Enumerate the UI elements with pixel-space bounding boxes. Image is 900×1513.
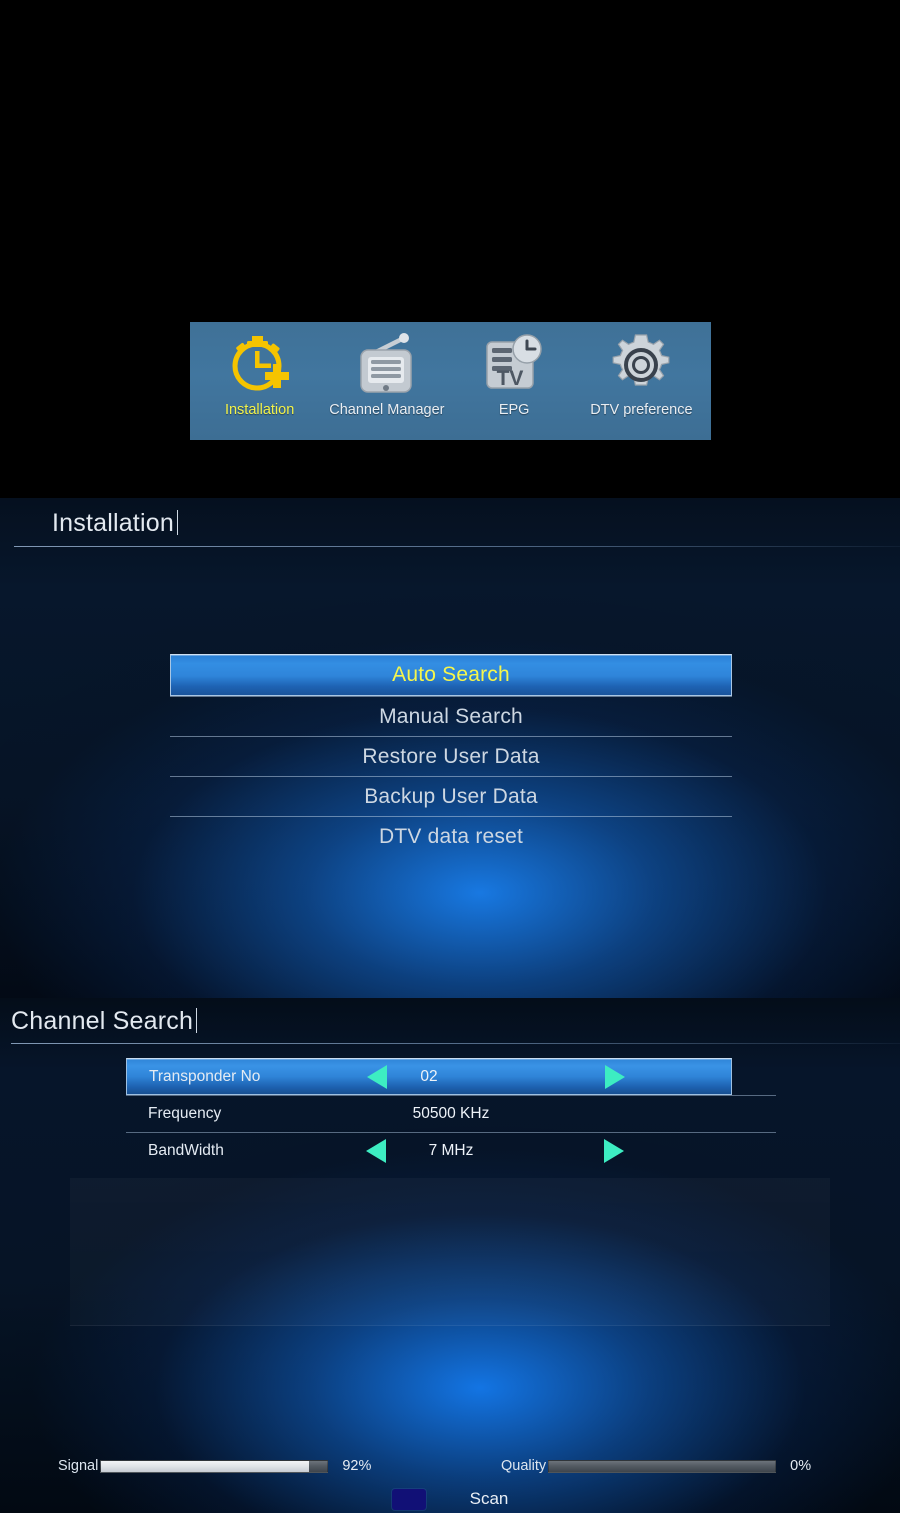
menu-item-channel-manager[interactable]: Channel Manager: [323, 330, 450, 440]
signal-meter: Signal 92%: [58, 1453, 371, 1479]
menu-row-backup-user-data[interactable]: Backup User Data: [170, 776, 732, 816]
svg-text:TV: TV: [497, 367, 524, 390]
quality-meter: Quality 0%: [501, 1453, 811, 1479]
epg-tv-clock-icon: TV: [475, 330, 553, 400]
increment-arrow-icon[interactable]: [605, 1064, 625, 1089]
page-title-text: Installation: [52, 509, 174, 537]
setting-value: 50500 KHz: [412, 1105, 490, 1122]
menu-row-restore-user-data[interactable]: Restore User Data: [170, 736, 732, 776]
header-divider: [11, 1043, 900, 1044]
setting-row-frequency[interactable]: Frequency 50500 KHz: [126, 1095, 776, 1132]
menu-item-epg[interactable]: TV EPG: [451, 330, 578, 440]
channel-search-settings-list: Transponder No 02 Frequency 50500 KHz Ba…: [126, 1058, 776, 1169]
menu-item-label: Installation: [224, 402, 295, 418]
signal-meter-value: 92%: [342, 1458, 372, 1474]
panel-sheen: [70, 1178, 830, 1326]
menu-row-manual-search[interactable]: Manual Search: [170, 696, 732, 736]
decrement-arrow-icon[interactable]: [366, 1139, 386, 1163]
title-caret-icon: [176, 510, 178, 535]
quality-meter-track: [548, 1459, 777, 1473]
scan-action-bar: Scan: [0, 1486, 900, 1512]
menu-row-label: Backup User Data: [364, 784, 538, 808]
decrement-arrow-icon[interactable]: [367, 1064, 387, 1089]
setting-label: BandWidth: [148, 1142, 224, 1159]
quality-meter-label: Quality: [501, 1458, 547, 1474]
menu-row-label: DTV data reset: [378, 824, 524, 848]
menu-item-label: EPG: [498, 402, 530, 418]
signal-meter-label: Signal: [58, 1458, 99, 1474]
menu-row-auto-search[interactable]: Auto Search: [170, 654, 732, 696]
stopwatch-add-icon: [221, 330, 299, 400]
menu-item-dtv-preference[interactable]: DTV preference: [578, 330, 705, 440]
signal-meter-track: [100, 1459, 329, 1473]
scan-label: Scan: [469, 1489, 509, 1508]
setting-label: Transponder No: [149, 1067, 261, 1085]
top-menu-bar: Installation Channel Manager TV EPG DTV …: [190, 322, 711, 440]
menu-item-installation[interactable]: Installation: [196, 330, 323, 440]
gear-icon: [602, 330, 680, 400]
setting-row-bandwidth[interactable]: BandWidth 7 MHz: [126, 1132, 776, 1169]
channel-search-panel: Channel Search Transponder No 02 Frequen…: [0, 998, 900, 1513]
setting-row-transponder-no[interactable]: Transponder No 02: [126, 1058, 732, 1095]
menu-row-label: Auto Search: [392, 663, 510, 686]
radio-icon: [348, 330, 426, 400]
tv-settings-screen: Installation Channel Manager TV EPG DTV …: [0, 0, 900, 1513]
installation-header: Installation: [0, 498, 900, 550]
channel-search-header: Channel Search: [0, 998, 900, 1050]
signal-meters: Signal 92% Quality 0%: [0, 1453, 900, 1479]
installation-menu-list: Auto Search Manual Search Restore User D…: [170, 654, 732, 856]
color-key-button[interactable]: [391, 1488, 426, 1510]
title-caret-icon: [196, 1008, 198, 1033]
signal-meter-fill: [101, 1460, 310, 1472]
menu-item-label: Channel Manager: [329, 402, 445, 418]
menu-row-dtv-data-reset[interactable]: DTV data reset: [170, 816, 732, 856]
menu-item-label: DTV preference: [590, 402, 693, 418]
installation-panel: Installation Auto Search Manual Search R…: [0, 498, 900, 998]
quality-meter-value: 0%: [790, 1458, 812, 1474]
menu-row-label: Restore User Data: [362, 744, 540, 768]
header-divider: [14, 546, 900, 547]
setting-label: Frequency: [148, 1105, 222, 1122]
increment-arrow-icon[interactable]: [604, 1139, 624, 1163]
menu-row-label: Manual Search: [379, 704, 523, 728]
page-title: Installation: [52, 509, 178, 538]
page-title: Channel Search: [11, 1007, 198, 1036]
page-title-text: Channel Search: [11, 1007, 194, 1035]
